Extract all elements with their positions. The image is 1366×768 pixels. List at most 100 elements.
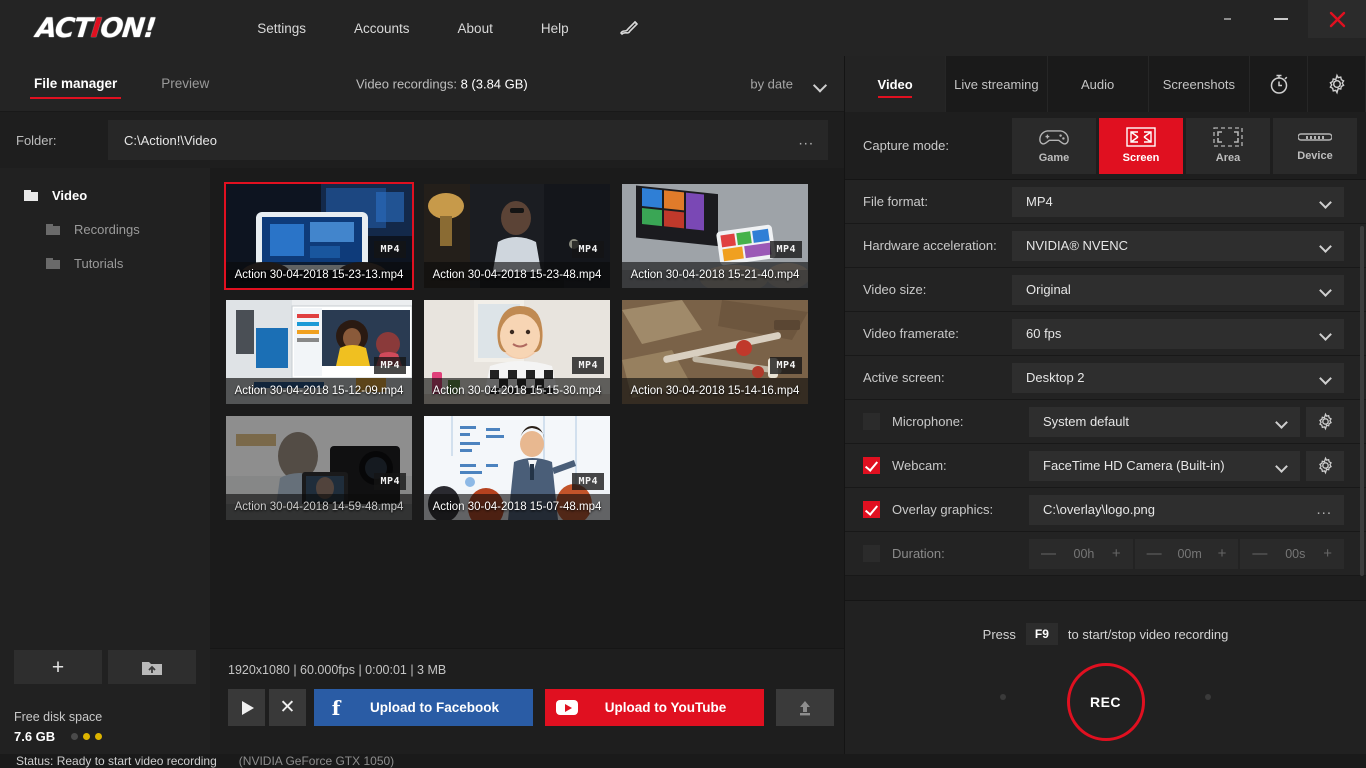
hotkey-prefix: Press [982, 626, 1016, 642]
thumbnail-item[interactable]: MP4 Action 30-04-2018 15-12-09.mp4 [226, 300, 412, 404]
folder-browse-button[interactable]: ... [798, 132, 814, 149]
upload-youtube-button[interactable]: Upload to YouTube [545, 689, 764, 726]
webcam-checkbox[interactable] [863, 457, 880, 474]
increment-icon[interactable]: + [1218, 545, 1227, 562]
microphone-settings-button[interactable] [1306, 406, 1344, 437]
tree-item-label: Recordings [74, 221, 140, 237]
tab-timer[interactable] [1250, 56, 1308, 112]
tab-screenshots[interactable]: Screenshots [1149, 56, 1250, 112]
status-bar: Status: Ready to start video recording (… [0, 754, 1366, 768]
sort-dropdown[interactable]: by date [750, 76, 826, 91]
chevron-down-icon [1275, 459, 1288, 473]
tab-file-manager[interactable]: File manager [30, 56, 122, 112]
capture-mode-screen[interactable]: Screen [1099, 117, 1183, 174]
overlay-checkbox[interactable] [863, 501, 880, 518]
capture-mode-label-game: Game [1038, 151, 1070, 164]
decrement-icon[interactable]: — [1252, 545, 1267, 562]
increment-icon[interactable]: + [1112, 545, 1121, 562]
tab-settings[interactable] [1308, 56, 1366, 112]
upload-icon [800, 700, 810, 715]
thumbnail-caption: Action 30-04-2018 14-59-48.mp4 [226, 494, 412, 520]
window-controls [1200, 0, 1366, 40]
disk-space-label: Free disk space [14, 710, 103, 724]
increment-icon[interactable]: + [1323, 545, 1332, 562]
capture-mode-label-device: Device [1297, 150, 1333, 162]
duration-hours-stepper[interactable]: — 00h + [1029, 538, 1133, 569]
record-button[interactable]: REC [1066, 663, 1145, 741]
nav-accounts[interactable]: Accounts [330, 15, 434, 42]
tab-preview[interactable]: Preview [157, 56, 213, 112]
delete-button[interactable]: ✕ [269, 689, 306, 726]
gear-icon [1328, 73, 1345, 95]
folder-label: Folder: [16, 132, 57, 148]
play-button[interactable] [228, 689, 265, 726]
close-button[interactable] [1308, 0, 1366, 38]
tree-item-recordings[interactable]: Recordings [46, 212, 210, 246]
free-disk-space: Free disk space 7.6 GB [14, 710, 102, 744]
tree-item-tutorials[interactable]: Tutorials [46, 246, 210, 280]
capture-mode-game[interactable]: Game [1012, 117, 1096, 174]
thumbnail-caption: Action 30-04-2018 15-15-30.mp4 [424, 378, 610, 404]
action-recorder-window: ACTION! Settings Accounts About Help Fil… [0, 0, 1366, 768]
video-size-select[interactable]: Original [1012, 274, 1344, 305]
add-folder-button[interactable]: + [14, 650, 102, 684]
nav-about[interactable]: About [434, 15, 517, 42]
chevron-down-icon [1319, 327, 1332, 341]
capture-mode-area[interactable]: Area [1186, 117, 1270, 174]
record-dot-right [1205, 694, 1211, 700]
settings-scrollbar[interactable] [1360, 226, 1364, 576]
video-framerate-select[interactable]: 60 fps [1012, 318, 1344, 349]
duration-label: Duration: [892, 546, 945, 561]
thumbnail-item[interactable]: MP4 Action 30-04-2018 14-59-48.mp4 [226, 416, 412, 520]
chevron-down-icon [1319, 239, 1332, 253]
overlay-browse-button[interactable]: ... [1316, 501, 1332, 518]
thumbnail-item[interactable]: MP4 Action 30-04-2018 15-14-16.mp4 [622, 300, 808, 404]
restore-button[interactable] [1200, 0, 1254, 38]
microphone-select[interactable]: System default [1029, 406, 1300, 437]
duration-seconds-stepper[interactable]: — 00s + [1240, 538, 1345, 569]
nav-settings[interactable]: Settings [233, 15, 330, 42]
decrement-icon[interactable]: — [1147, 545, 1162, 562]
decrement-icon[interactable]: — [1041, 545, 1056, 562]
active-screen-value: Desktop 2 [1026, 370, 1085, 385]
file-format-select[interactable]: MP4 [1012, 186, 1344, 217]
upload-facebook-button[interactable]: f Upload to Facebook [314, 689, 533, 726]
open-folder-button[interactable] [108, 650, 196, 684]
play-icon [242, 700, 254, 715]
pen-icon[interactable] [615, 14, 643, 42]
file-manager-body: Video Recordings Tutorials + Free disk s… [0, 168, 844, 768]
microphone-label: Microphone: [892, 414, 964, 429]
capture-mode-device[interactable]: Device [1273, 117, 1357, 174]
microphone-checkbox[interactable] [863, 413, 880, 430]
duration-checkbox[interactable] [863, 545, 880, 562]
active-screen-select[interactable]: Desktop 2 [1012, 362, 1344, 393]
setting-row-webcam: Webcam: FaceTime HD Camera (Built-in) [845, 444, 1366, 488]
gamepad-icon [1039, 129, 1069, 145]
overlay-label: Overlay graphics: [892, 502, 994, 517]
upload-more-button[interactable] [776, 689, 834, 726]
logo-part-1: ACT [34, 12, 93, 44]
thumbnail-item[interactable]: MP4 Action 30-04-2018 15-23-48.mp4 [424, 184, 610, 288]
tab-live-streaming[interactable]: Live streaming [946, 56, 1048, 112]
thumbnail-item[interactable]: MP4 Action 30-04-2018 15-23-13.mp4 [224, 182, 414, 290]
tab-video[interactable]: Video [845, 56, 947, 112]
tree-item-video[interactable]: Video [24, 178, 210, 212]
thumbnail-item[interactable]: MP4 Action 30-04-2018 15-15-30.mp4 [424, 300, 610, 404]
webcam-settings-button[interactable] [1306, 450, 1344, 481]
recordings-label: Video recordings: [356, 76, 457, 91]
nav-help[interactable]: Help [517, 15, 593, 42]
thumbnail-caption: Action 30-04-2018 15-07-48.mp4 [424, 494, 610, 520]
status-text: Status: Ready to start video recording [16, 754, 217, 768]
hotkey-hint: Press F9 to start/stop video recording [845, 623, 1366, 645]
tab-audio[interactable]: Audio [1048, 56, 1149, 112]
minimize-button[interactable] [1254, 0, 1308, 38]
thumbnail-item[interactable]: MP4 Action 30-04-2018 15-07-48.mp4 [424, 416, 610, 520]
thumbnail-item[interactable]: MP4 Action 30-04-2018 15-21-40.mp4 [622, 184, 808, 288]
duration-steppers: — 00h + — 00m + — 00s + [1029, 538, 1345, 569]
hardware-acceleration-select[interactable]: NVIDIA® NVENC [1012, 230, 1344, 261]
capture-mode-label: Capture mode: [863, 138, 949, 153]
folder-path-input[interactable]: C:\Action!\Video ... [108, 120, 828, 160]
duration-minutes-stepper[interactable]: — 00m + [1134, 538, 1239, 569]
overlay-path-input[interactable]: C:\overlay\logo.png ... [1029, 494, 1344, 525]
webcam-select[interactable]: FaceTime HD Camera (Built-in) [1029, 450, 1300, 481]
